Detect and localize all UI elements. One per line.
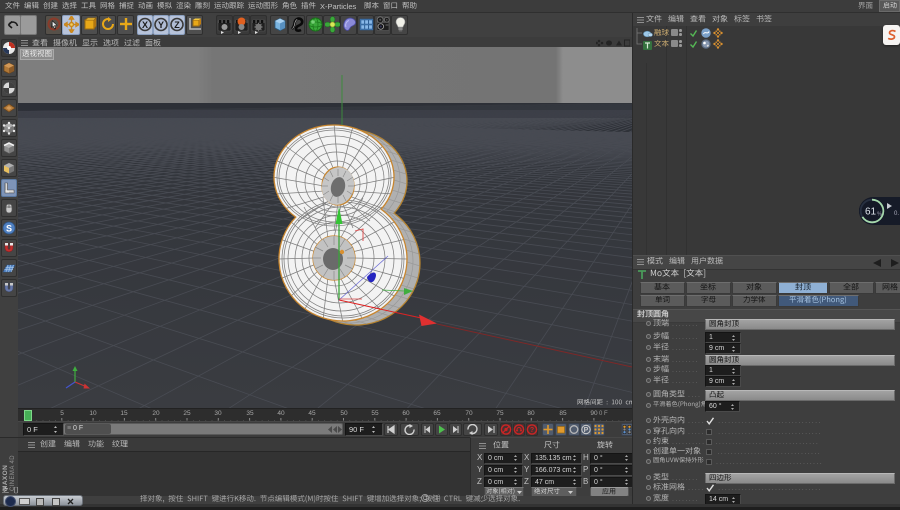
svg-text:P: P (584, 427, 589, 434)
svg-text:?: ? (530, 427, 534, 434)
svg-text:Y: Y (158, 20, 164, 30)
svg-text:61: 61 (865, 207, 877, 218)
svg-text:S: S (6, 224, 12, 234)
svg-text:%: % (877, 212, 882, 218)
svg-text:X: X (142, 20, 148, 30)
svg-text:Z: Z (174, 20, 180, 30)
